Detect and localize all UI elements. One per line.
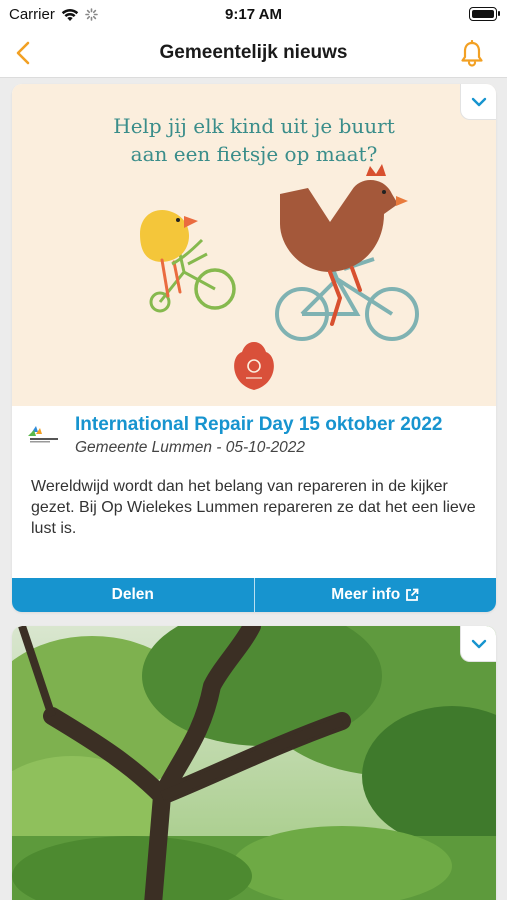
gemeente-lummen-logo-icon xyxy=(28,426,58,443)
status-time: 9:17 AM xyxy=(225,6,282,23)
bicycle-illustration xyxy=(140,164,419,390)
op-wielekes-badge-icon xyxy=(234,342,274,390)
post-meta: International Repair Day 15 oktober 2022… xyxy=(12,406,496,468)
more-info-button-label: Meer info xyxy=(331,586,401,603)
status-bar: Carrier 9:17 AM xyxy=(0,0,507,30)
garden-photo[interactable] xyxy=(12,626,496,900)
news-card: Help jij elk kind uit je buurt aan een f… xyxy=(12,84,496,612)
news-card xyxy=(12,626,496,900)
battery-icon xyxy=(469,7,500,21)
expand-button[interactable] xyxy=(460,84,496,120)
expand-button[interactable] xyxy=(460,626,496,662)
chick-on-bike-icon xyxy=(140,210,236,313)
action-bar: Delen Meer info xyxy=(12,578,496,612)
external-link-icon xyxy=(406,588,419,601)
share-button-label: Delen xyxy=(111,586,154,603)
page-title: Gemeentelijk nieuws xyxy=(159,42,348,63)
chevron-down-icon xyxy=(471,97,486,106)
more-info-button[interactable]: Meer info xyxy=(255,578,497,612)
chevron-down-icon xyxy=(471,639,486,648)
post-subtitle: Gemeente Lummen - 05-10-2022 xyxy=(75,439,306,456)
post-body: Wereldwijd wordt dan het belang van repa… xyxy=(31,478,476,537)
post-title[interactable]: International Repair Day 15 oktober 2022 xyxy=(75,414,442,436)
bell-icon[interactable] xyxy=(459,40,485,68)
nav-bar: Gemeentelijk nieuws xyxy=(0,30,507,78)
post-hero-image[interactable]: Help jij elk kind uit je buurt aan een f… xyxy=(12,84,496,406)
share-button[interactable]: Delen xyxy=(12,578,254,612)
hen-on-bike-icon xyxy=(275,164,419,341)
